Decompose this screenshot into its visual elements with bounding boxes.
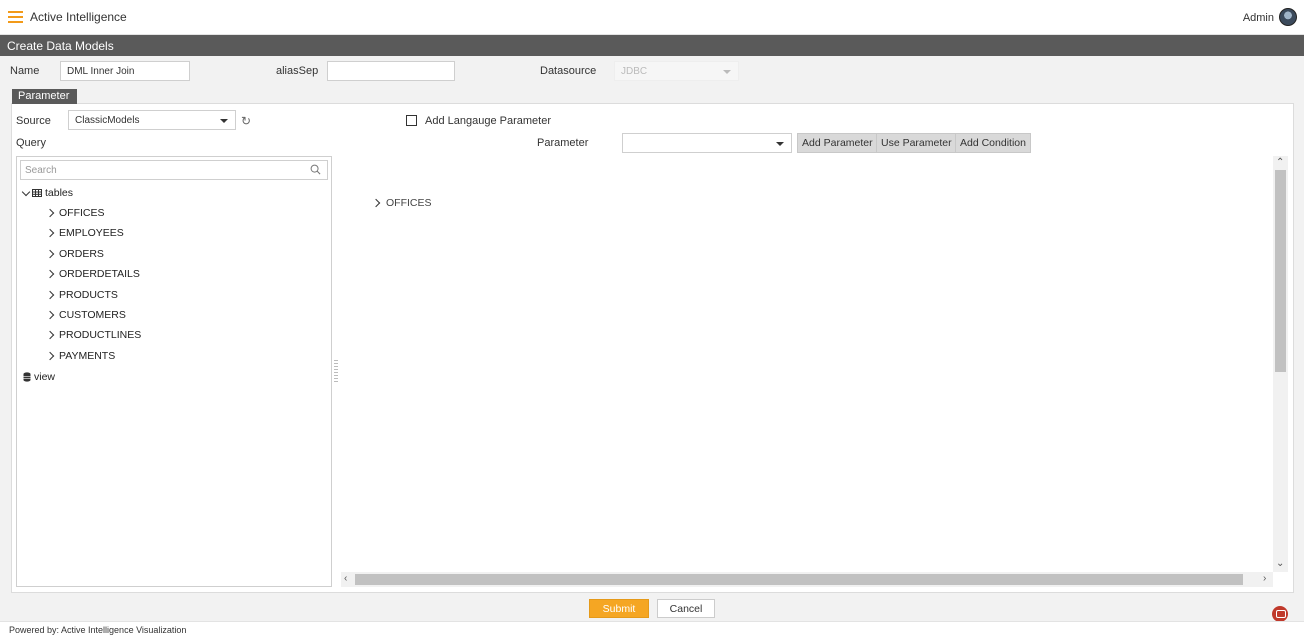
- horizontal-scroll-thumb[interactable]: [355, 574, 1243, 585]
- chevron-down-icon: [723, 70, 731, 74]
- tree-item-orderdetails[interactable]: ORDERDETAILS: [45, 268, 140, 280]
- search-placeholder: Search: [25, 165, 57, 176]
- tree-item-employees[interactable]: EMPLOYEES: [45, 227, 124, 239]
- page-title: Create Data Models: [0, 35, 1304, 56]
- hamburger-menu-icon[interactable]: [8, 11, 23, 23]
- chat-icon[interactable]: [1272, 606, 1288, 622]
- canvas-table-label: OFFICES: [386, 197, 432, 209]
- canvas-table-offices[interactable]: OFFICES: [371, 197, 432, 209]
- tree-item-orders[interactable]: ORDERS: [45, 248, 104, 260]
- chevron-down-icon: [220, 119, 228, 123]
- alias-sep-label: aliasSep: [276, 65, 319, 77]
- parameter-label: Parameter: [537, 137, 589, 149]
- tree-item-products[interactable]: PRODUCTS: [45, 289, 118, 301]
- source-value: ClassicModels: [75, 115, 140, 126]
- chevron-down-icon: [776, 142, 784, 146]
- horizontal-scrollbar[interactable]: ‹ ›: [341, 572, 1273, 587]
- tree-item-label: PRODUCTS: [59, 289, 118, 301]
- cancel-button[interactable]: Cancel: [657, 599, 715, 618]
- add-language-parameter-label: Add Langauge Parameter: [425, 115, 551, 127]
- panel-resize-handle[interactable]: [334, 360, 338, 382]
- search-input[interactable]: Search: [20, 160, 328, 180]
- chevron-right-icon: [45, 351, 55, 361]
- datasource-value: JDBC: [621, 66, 648, 77]
- datasource-select: JDBC: [614, 61, 739, 81]
- tree-item-label: PAYMENTS: [59, 350, 116, 362]
- table-icon: [32, 189, 42, 197]
- chevron-right-icon: [45, 269, 55, 279]
- datasource-label: Datasource: [540, 65, 597, 77]
- tree-item-label: CUSTOMERS: [59, 309, 126, 321]
- query-label: Query: [16, 137, 46, 149]
- tree-item-label: OFFICES: [59, 207, 105, 219]
- refresh-icon[interactable]: ↻: [241, 115, 253, 127]
- add-parameter-button[interactable]: Add Parameter: [797, 133, 878, 153]
- user-name[interactable]: Admin: [1243, 12, 1274, 24]
- add-condition-button[interactable]: Add Condition: [955, 133, 1031, 153]
- name-label: Name: [10, 65, 40, 77]
- use-parameter-button[interactable]: Use Parameter: [876, 133, 957, 153]
- tab-parameter[interactable]: Parameter: [12, 89, 77, 104]
- parameter-select[interactable]: [622, 133, 792, 153]
- submit-button[interactable]: Submit: [589, 599, 649, 618]
- name-input[interactable]: [60, 61, 190, 81]
- tree-item-productlines[interactable]: PRODUCTLINES: [45, 329, 142, 341]
- source-select[interactable]: ClassicModels: [68, 110, 236, 130]
- search-icon: [310, 164, 321, 175]
- schema-tree: Search tables OFFICES EMPLOYEES ORDERS O…: [16, 156, 332, 587]
- tables-node[interactable]: tables: [21, 187, 74, 199]
- tree-item-payments[interactable]: PAYMENTS: [45, 350, 116, 362]
- scroll-up-icon[interactable]: ⌃: [1276, 158, 1284, 168]
- tree-item-label: EMPLOYEES: [59, 227, 124, 239]
- app-title: Active Intelligence: [30, 10, 127, 24]
- tree-item-label: ORDERS: [59, 248, 104, 260]
- add-language-parameter-checkbox[interactable]: [406, 115, 417, 126]
- view-label: view: [34, 371, 56, 383]
- source-label: Source: [16, 115, 51, 127]
- vertical-scroll-thumb[interactable]: [1275, 170, 1286, 372]
- alias-sep-input[interactable]: [327, 61, 455, 81]
- tree-item-customers[interactable]: CUSTOMERS: [45, 309, 126, 321]
- chevron-right-icon: [45, 228, 55, 238]
- footer-text: Powered by: Active Intelligence Visualiz…: [0, 621, 1304, 639]
- top-bar: Active Intelligence Admin: [0, 0, 1304, 35]
- scroll-down-icon[interactable]: ⌄: [1276, 559, 1284, 569]
- tree-item-label: PRODUCTLINES: [59, 329, 142, 341]
- chevron-right-icon: [45, 249, 55, 259]
- chevron-right-icon: [45, 208, 55, 218]
- chevron-right-icon: [45, 310, 55, 320]
- chevron-right-icon: [45, 290, 55, 300]
- scroll-right-icon[interactable]: ›: [1263, 574, 1266, 584]
- tables-label: tables: [45, 187, 74, 199]
- tree-item-offices[interactable]: OFFICES: [45, 207, 105, 219]
- query-canvas[interactable]: OFFICES ⌃ ⌄ ‹ ›: [341, 156, 1288, 587]
- tree-item-label: ORDERDETAILS: [59, 268, 140, 280]
- database-icon: [23, 372, 31, 382]
- view-node[interactable]: view: [23, 371, 55, 383]
- scroll-left-icon[interactable]: ‹: [344, 574, 347, 584]
- chevron-down-icon: [21, 187, 31, 196]
- avatar[interactable]: [1279, 8, 1297, 26]
- chevron-right-icon: [45, 330, 55, 340]
- chevron-right-icon: [371, 198, 381, 208]
- vertical-scrollbar[interactable]: ⌃ ⌄: [1273, 156, 1288, 572]
